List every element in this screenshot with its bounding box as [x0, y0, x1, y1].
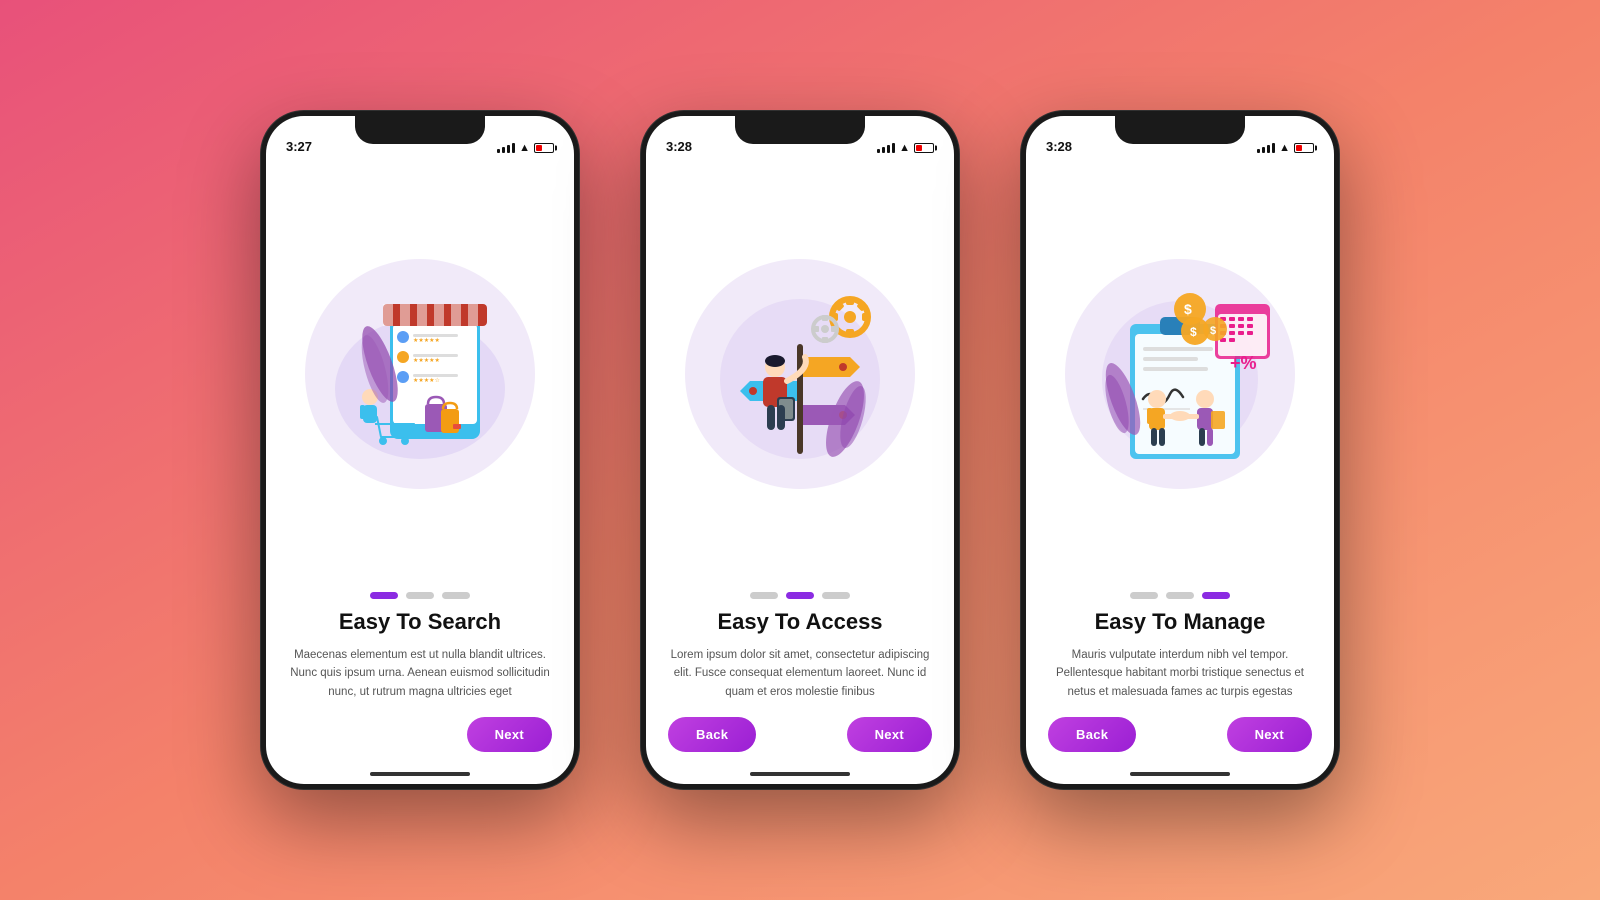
illustration-area-2 — [646, 160, 954, 578]
content-area-1: Easy To Search Maecenas elementum est ut… — [266, 609, 574, 772]
notch-2 — [735, 116, 865, 144]
signal-icon-3 — [1257, 143, 1275, 153]
dot-3-1 — [1130, 592, 1158, 599]
status-time-1: 3:27 — [286, 139, 312, 154]
dot-2-1 — [750, 592, 778, 599]
buttons-row-2: Back Next — [668, 717, 932, 752]
pagination-3 — [1026, 578, 1334, 609]
illustration-area-3: $ $ $ +% — [1026, 160, 1334, 578]
content-area-3: Easy To Manage Mauris vulputate interdum… — [1026, 609, 1334, 772]
dot-3-3 — [1202, 592, 1230, 599]
screen-desc-3: Mauris vulputate interdum nibh vel tempo… — [1048, 646, 1312, 701]
dot-2-3 — [822, 592, 850, 599]
battery-icon-3 — [1294, 143, 1314, 153]
status-icons-1: ▲ — [497, 142, 554, 154]
buttons-row-1: Next — [288, 717, 552, 752]
screen-title-2: Easy To Access — [668, 609, 932, 635]
next-button-1[interactable]: Next — [467, 717, 552, 752]
pagination-2 — [646, 578, 954, 609]
svg-text:★★★★★: ★★★★★ — [413, 357, 440, 364]
screen-desc-1: Maecenas elementum est ut nulla blandit … — [288, 646, 552, 701]
wifi-icon-3: ▲ — [1279, 142, 1290, 154]
svg-text:★★★★★: ★★★★★ — [413, 337, 440, 344]
shopping-illustration: ★★★★★ ★★★★★ ★★★★☆ — [315, 269, 525, 479]
dot-1-1 — [370, 592, 398, 599]
buttons-row-3: Back Next — [1048, 717, 1312, 752]
access-illustration — [695, 269, 905, 479]
notch-1 — [355, 116, 485, 144]
status-time-2: 3:28 — [666, 139, 692, 154]
signal-icon-2 — [877, 143, 895, 153]
svg-text:$: $ — [1190, 325, 1197, 339]
content-area-2: Easy To Access Lorem ipsum dolor sit ame… — [646, 609, 954, 772]
svg-text:★★★★☆: ★★★★☆ — [413, 377, 440, 384]
battery-icon-2 — [914, 143, 934, 153]
svg-text:$: $ — [1184, 301, 1192, 317]
illustration-circle-1: ★★★★★ ★★★★★ ★★★★☆ — [305, 259, 535, 489]
status-time-3: 3:28 — [1046, 139, 1072, 154]
battery-icon-1 — [534, 143, 554, 153]
illustration-area-1: ★★★★★ ★★★★★ ★★★★☆ — [266, 160, 574, 578]
bottom-bar-1 — [370, 772, 470, 776]
screen-title-1: Easy To Search — [288, 609, 552, 635]
illustration-circle-3: $ $ $ +% — [1065, 259, 1295, 489]
status-icons-2: ▲ — [877, 142, 934, 154]
status-icons-3: ▲ — [1257, 142, 1314, 154]
phone-2: 3:28 ▲ — [640, 110, 960, 790]
screen-title-3: Easy To Manage — [1048, 609, 1312, 635]
dot-3-2 — [1166, 592, 1194, 599]
manage-illustration: $ $ $ +% — [1075, 269, 1285, 479]
wifi-icon-2: ▲ — [899, 142, 910, 154]
svg-text:+%: +% — [1230, 353, 1257, 373]
next-button-3[interactable]: Next — [1227, 717, 1312, 752]
dot-1-2 — [406, 592, 434, 599]
phone-3: 3:28 ▲ — [1020, 110, 1340, 790]
illustration-circle-2 — [685, 259, 915, 489]
back-button-2[interactable]: Back — [668, 717, 756, 752]
notch-3 — [1115, 116, 1245, 144]
back-button-3[interactable]: Back — [1048, 717, 1136, 752]
bottom-bar-3 — [1130, 772, 1230, 776]
pagination-1 — [266, 578, 574, 609]
svg-text:$: $ — [1210, 325, 1216, 337]
dot-2-2 — [786, 592, 814, 599]
dot-1-3 — [442, 592, 470, 599]
signal-icon-1 — [497, 143, 515, 153]
screen-desc-2: Lorem ipsum dolor sit amet, consectetur … — [668, 646, 932, 701]
bottom-bar-2 — [750, 772, 850, 776]
wifi-icon-1: ▲ — [519, 142, 530, 154]
phone-1: 3:27 ▲ — [260, 110, 580, 790]
next-button-2[interactable]: Next — [847, 717, 932, 752]
